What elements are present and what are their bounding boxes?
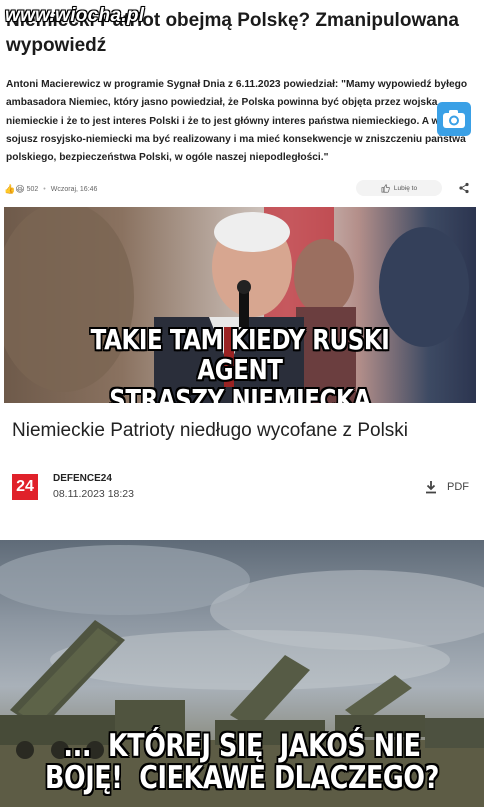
meme-caption-top: TAKIE TAM KIEDY RUSKI AGENT STRASZY NIEM… bbox=[46, 323, 433, 404]
meme-caption-line: STRASZY NIEMIECKĄ INWAZJĄ... bbox=[109, 383, 371, 404]
pdf-download-button[interactable]: PDF bbox=[425, 480, 469, 494]
article-photo-politician: TAKIE TAM KIEDY RUSKI AGENT STRASZY NIEM… bbox=[4, 207, 476, 403]
like-emoji-icon: 👍😆 bbox=[4, 183, 25, 194]
article-lead: Antoni Macierewicz w programie Sygnał Dn… bbox=[6, 79, 468, 164]
meme-caption-bottom: ... KTÓREJ SIĘ JAKOŚ NIE BOJĘ! CIEKAWE D… bbox=[44, 730, 441, 794]
article-photo-patriot: ... KTÓREJ SIĘ JAKOŚ NIE BOJĘ! CIEKAWE D… bbox=[0, 540, 484, 807]
separator-dot: • bbox=[43, 185, 46, 193]
post-timestamp: Wczoraj, 16:46 bbox=[50, 185, 98, 193]
camera-icon bbox=[437, 102, 471, 136]
meme-caption-line: ... KTÓREJ SIĘ JAKOŚ NIE bbox=[63, 728, 421, 764]
meme-caption-line: BOJĘ! CIEKAWE DLACZEGO? bbox=[45, 760, 439, 796]
source-date: 08.11.2023 18:23 bbox=[53, 488, 134, 500]
download-icon bbox=[426, 481, 436, 494]
site-watermark: www.wiocha.pl bbox=[5, 5, 145, 26]
like-label: Lubię to bbox=[393, 184, 418, 192]
defence24-logo: 24 bbox=[12, 474, 38, 500]
source-name[interactable]: DEFENCE24 bbox=[53, 473, 112, 484]
article2-title[interactable]: Niemieckie Patrioty niedługo wycofane z … bbox=[12, 420, 478, 442]
reaction-count: 502 bbox=[26, 185, 39, 193]
meme-caption-line: TAKIE TAM KIEDY RUSKI AGENT bbox=[90, 323, 390, 386]
like-button[interactable]: Lubię to bbox=[356, 180, 442, 196]
like-icon bbox=[381, 183, 390, 193]
share-icon[interactable] bbox=[458, 182, 470, 194]
pdf-label: PDF bbox=[447, 481, 469, 493]
